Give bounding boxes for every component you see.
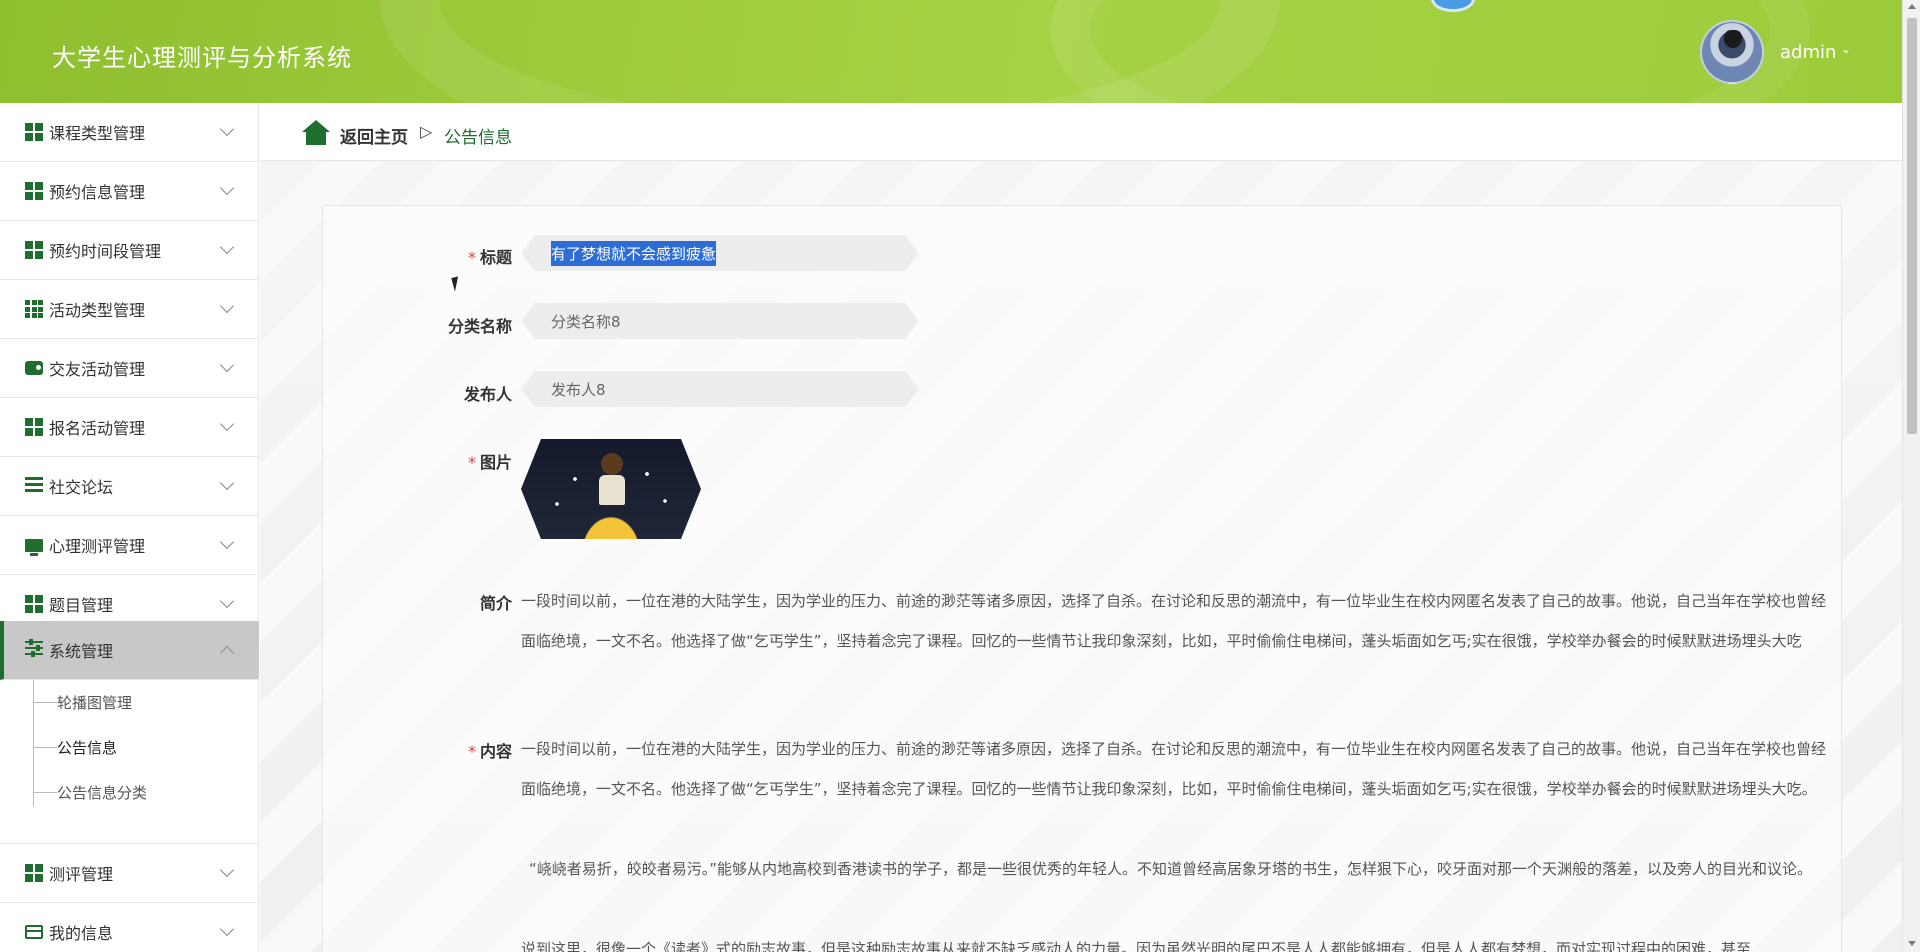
submenu-tree-line	[33, 791, 57, 793]
chevron-down-icon[interactable]: ⌄	[1841, 42, 1851, 56]
chevron-down-icon	[219, 357, 235, 373]
breadcrumb-separator-icon: ▷	[420, 122, 433, 141]
publisher-value: 发布人8	[551, 380, 606, 399]
app-title: 大学生心理测评与分析系统	[52, 44, 352, 72]
publisher-field[interactable]: 发布人8	[521, 371, 919, 407]
required-mark: *	[467, 248, 476, 267]
category-label: 分类名称	[447, 317, 512, 336]
sidebar-item-psych-tests[interactable]: 心理测评管理	[0, 516, 259, 575]
breadcrumb-home-link[interactable]: 返回主页	[340, 123, 408, 148]
home-icon[interactable]	[302, 120, 330, 146]
grid-icon	[25, 864, 43, 882]
grid-icon	[25, 123, 43, 141]
notice-image[interactable]	[521, 439, 701, 539]
sidebar-item-my-info[interactable]: 我的信息	[0, 903, 259, 952]
submenu-item-carousel[interactable]: 轮播图管理	[33, 680, 132, 724]
breadcrumb-current: 公告信息	[444, 128, 512, 148]
intro-label: 简介	[479, 594, 512, 613]
sidebar-item-course-types[interactable]: 课程类型管理	[0, 103, 259, 162]
submenu-item-label: 轮播图管理	[57, 693, 133, 712]
image-label: * 图片	[467, 453, 512, 472]
sidebar-item-signups[interactable]: 报名活动管理	[0, 398, 259, 457]
chevron-down-icon	[219, 534, 235, 550]
title-value: 有了梦想就不会感到疲惫	[551, 241, 716, 266]
required-mark: *	[467, 742, 476, 761]
grid-icon	[25, 418, 43, 436]
sidebar-item-label: 题目管理	[49, 596, 114, 615]
sidebar-item-evaluations[interactable]: 测评管理	[0, 844, 259, 903]
content-paragraph: “峣峣者易折，皎皎者易污。”能够从内地高校到香港读书的学子，都是一些很优秀的年轻…	[529, 860, 1813, 878]
card-icon	[25, 925, 43, 939]
required-mark: *	[467, 453, 476, 472]
sidebar-item-label: 社交论坛	[49, 478, 114, 497]
grid-icon	[25, 241, 43, 259]
chevron-down-icon	[219, 862, 235, 878]
submenu-item-notices[interactable]: 公告信息	[33, 725, 117, 769]
grid-icon	[25, 595, 43, 613]
submenu-tree-line	[33, 701, 57, 703]
title-field[interactable]: 有了梦想就不会感到疲惫	[521, 235, 919, 271]
submenu-item-label: 公告信息分类	[57, 783, 148, 802]
submenu-tree-line	[33, 746, 57, 748]
grid9-icon	[25, 300, 43, 318]
sidebar-item-social-activities[interactable]: 交友活动管理	[0, 339, 259, 398]
sidebar-item-label: 报名活动管理	[49, 419, 146, 438]
sidebar-item-label: 预约时间段管理	[49, 242, 162, 261]
image-figure-body	[599, 475, 625, 505]
avatar[interactable]	[1700, 20, 1764, 84]
content-label: * 内容	[467, 742, 512, 761]
sidebar-item-label: 预约信息管理	[49, 183, 146, 202]
sidebar-item-label: 测评管理	[49, 865, 114, 884]
sidebar-item-system[interactable]: 系统管理	[0, 621, 259, 680]
category-value: 分类名称8	[551, 312, 621, 331]
sidebar-item-label: 心理测评管理	[49, 537, 146, 556]
sidebar-item-label: 课程类型管理	[49, 124, 146, 143]
sidebar-item-time-slots[interactable]: 预约时间段管理	[0, 221, 259, 280]
content-paragraph: 一段时间以前，一位在港的大陆学生，因为学业的压力、前途的渺茫等诸多原因，选择了自…	[521, 740, 1827, 798]
scroll-up-icon[interactable]	[1908, 4, 1916, 9]
sidebar-item-label: 交友活动管理	[49, 360, 146, 379]
chevron-down-icon	[219, 921, 235, 937]
user-menu-name[interactable]: admin	[1780, 42, 1836, 63]
grid-icon	[25, 182, 43, 200]
sidebar-item-label: 系统管理	[49, 642, 114, 661]
monitor-icon	[25, 538, 43, 556]
chevron-down-icon	[219, 239, 235, 255]
wallet-icon	[25, 361, 43, 375]
title-label: * 标题	[467, 248, 512, 267]
sliders-icon	[25, 639, 43, 659]
chevron-down-icon	[219, 121, 235, 137]
chevron-down-icon	[219, 180, 235, 196]
publisher-label: 发布人	[463, 385, 512, 404]
breadcrumb: 返回主页 ▷ 公告信息	[260, 103, 1902, 161]
system-submenu: 轮播图管理 公告信息 公告信息分类	[0, 680, 259, 844]
top-header: 大学生心理测评与分析系统 admin ⌄	[0, 0, 1902, 103]
submenu-item-label: 公告信息	[57, 738, 118, 757]
list-icon	[25, 477, 43, 495]
chevron-up-icon	[219, 645, 235, 661]
sidebar-item-label: 我的信息	[49, 924, 114, 943]
main-content: 返回主页 ▷ 公告信息	[260, 103, 1902, 952]
sidebar-item-appointments[interactable]: 预约信息管理	[0, 162, 259, 221]
category-field[interactable]: 分类名称8	[521, 303, 919, 339]
chevron-down-icon	[219, 593, 235, 609]
submenu-item-notice-categories[interactable]: 公告信息分类	[33, 770, 147, 814]
sidebar: 课程类型管理 预约信息管理 预约时间段管理 活动类型管理 交友活动管理 报名活动…	[0, 103, 259, 952]
scroll-down-icon[interactable]	[1908, 941, 1916, 946]
sidebar-item-activity-types[interactable]: 活动类型管理	[0, 280, 259, 339]
chevron-down-icon	[219, 298, 235, 314]
image-figure-head	[601, 453, 623, 475]
intro-text: 一段时间以前，一位在港的大陆学生，因为学业的压力、前途的渺茫等诸多原因，选择了自…	[521, 592, 1827, 650]
chevron-down-icon	[219, 416, 235, 432]
page-scrollbar[interactable]	[1902, 0, 1920, 952]
scrollbar-thumb[interactable]	[1907, 18, 1917, 434]
header-decoration	[1050, 0, 1810, 103]
content-paragraph: 说到这里，很像一个《读者》式的励志故事，但是这种励志故事从来就不缺乏感动人的力量…	[521, 940, 1752, 952]
sidebar-item-label: 活动类型管理	[49, 301, 146, 320]
sidebar-item-forum[interactable]: 社交论坛	[0, 457, 259, 516]
chevron-down-icon	[219, 475, 235, 491]
